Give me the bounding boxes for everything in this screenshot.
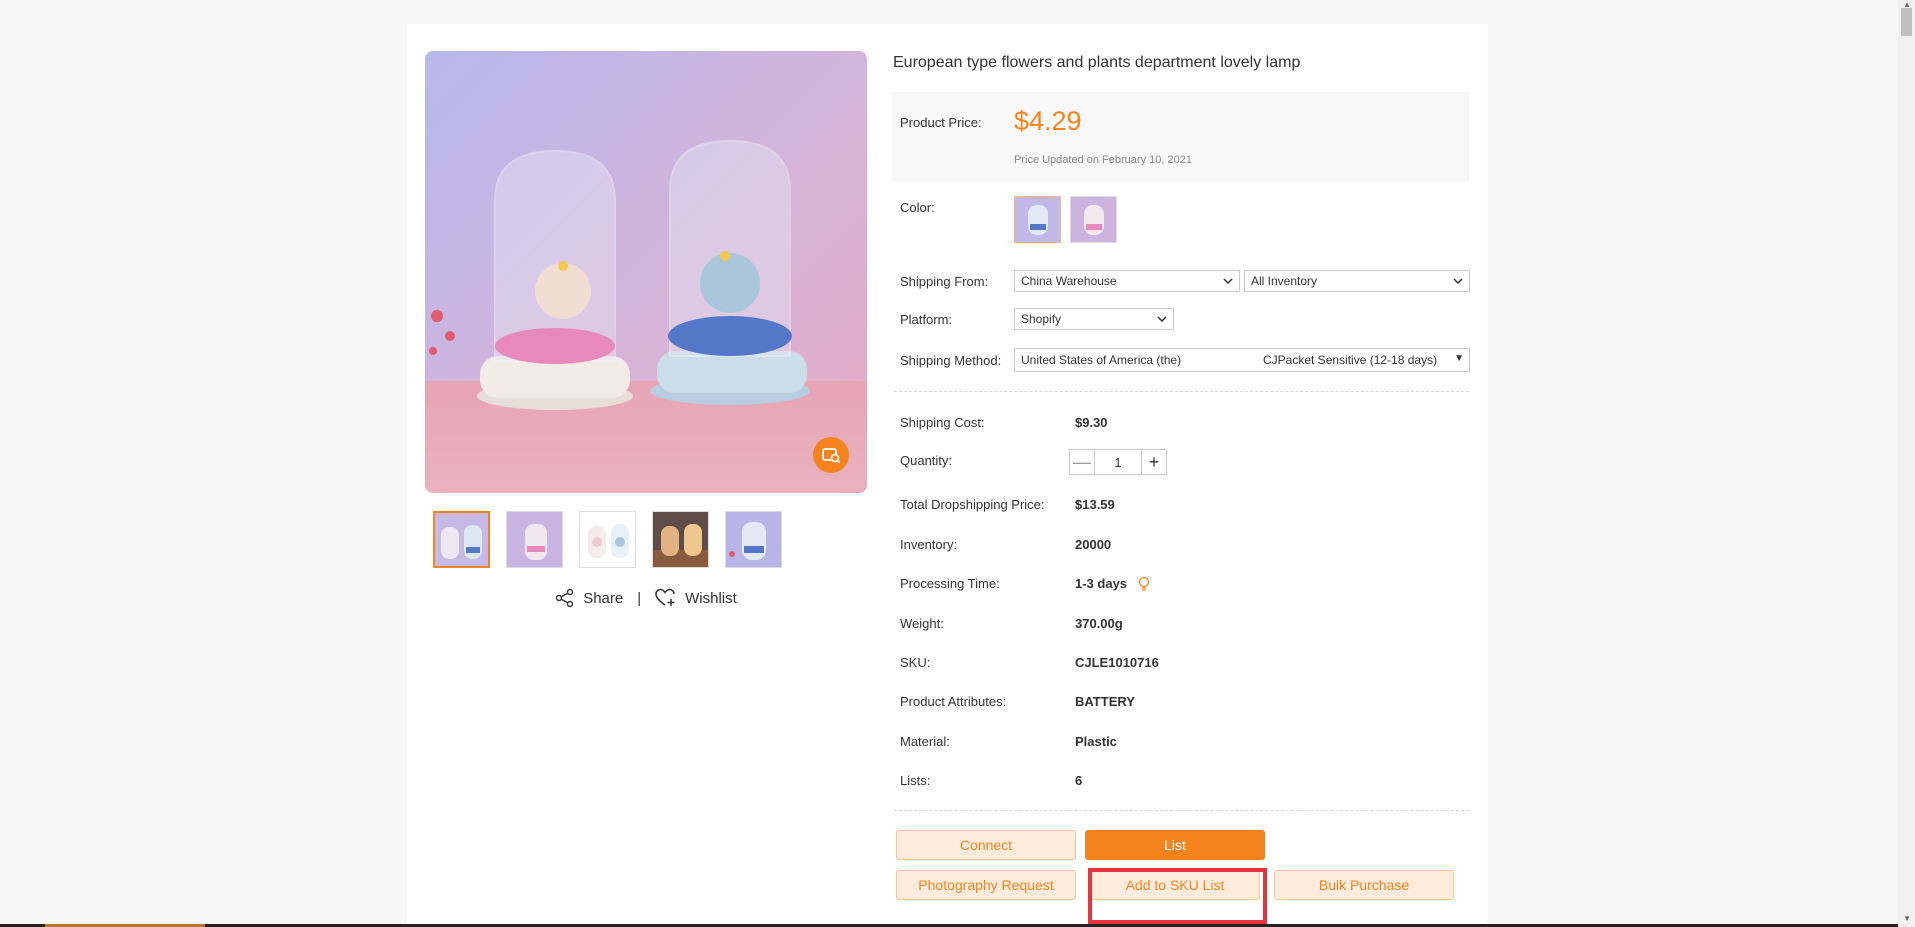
- material-value: Plastic: [1075, 734, 1117, 749]
- inventory-select[interactable]: All Inventory: [1244, 270, 1470, 292]
- shipping-cost-value: $9.30: [1075, 415, 1108, 430]
- main-product-image[interactable]: [425, 51, 867, 493]
- product-price: $4.29: [1014, 106, 1082, 136]
- shipping-cost-label: Shipping Cost:: [900, 415, 985, 430]
- product-card: Share | Wishlist European type flowers a…: [407, 24, 1487, 927]
- price-box: Product Price: $4.29 Price Updated on Fe…: [892, 92, 1469, 182]
- method-value: CJPacket Sensitive (12-18 days): [1263, 353, 1438, 367]
- thumbnail-3[interactable]: [579, 511, 636, 568]
- total-price-value: $13.59: [1075, 497, 1115, 512]
- platform-select[interactable]: Shopify: [1014, 308, 1174, 330]
- thumbnail-2[interactable]: [506, 511, 563, 568]
- wishlist-link[interactable]: Wishlist: [655, 588, 737, 608]
- thumbnail-4[interactable]: [652, 511, 709, 568]
- weight-value: 370.00g: [1075, 616, 1123, 631]
- platform-label: Platform:: [900, 312, 953, 327]
- lightbulb-icon[interactable]: [1137, 576, 1151, 592]
- quantity-input[interactable]: 1: [1095, 449, 1141, 475]
- lists-value: 6: [1075, 773, 1083, 788]
- scroll-down-icon[interactable]: ▼: [1903, 914, 1911, 923]
- price-updated-note: Price Updated on February 10, 2021: [1014, 154, 1192, 166]
- lists-label: Lists:: [900, 773, 931, 788]
- share-icon: [555, 588, 574, 608]
- photography-request-button[interactable]: Photography Request: [896, 870, 1076, 900]
- sku-label: SKU:: [900, 655, 931, 670]
- quantity-label: Quantity:: [900, 453, 953, 468]
- destination-value: United States of America (the): [1021, 353, 1182, 367]
- sku-value: CJLE1010716: [1075, 655, 1159, 670]
- bulk-purchase-button[interactable]: Bulk Purchase: [1274, 870, 1454, 900]
- share-label: Share: [583, 589, 624, 607]
- shipping-from-label: Shipping From:: [900, 274, 989, 289]
- platform-value: Shopify: [1021, 312, 1062, 326]
- caret-down-icon: ▼: [1454, 353, 1464, 364]
- color-swatch-blue[interactable]: [1014, 196, 1061, 243]
- quantity-increase-button[interactable]: +: [1141, 449, 1167, 475]
- inventory-label: Inventory:: [900, 537, 958, 552]
- image-search-icon: [822, 448, 841, 464]
- chevron-down-icon: [1157, 316, 1167, 323]
- heart-plus-icon: [655, 588, 675, 606]
- share-link[interactable]: Share: [555, 588, 623, 608]
- total-price-label: Total Dropshipping Price:: [900, 497, 1045, 512]
- vertical-scrollbar[interactable]: ▲ ▼: [1898, 0, 1915, 927]
- processing-time-value: 1-3 days: [1075, 576, 1128, 591]
- product-title: European type flowers and plants departm…: [893, 54, 1301, 71]
- chevron-down-icon: [1223, 278, 1233, 285]
- divider: [894, 810, 1469, 811]
- add-to-sku-list-button[interactable]: Add to SKU List: [1090, 870, 1260, 900]
- image-search-button[interactable]: [813, 437, 849, 473]
- color-swatch-pink[interactable]: [1070, 196, 1117, 243]
- chevron-down-icon: [1453, 278, 1463, 285]
- share-wishlist-row: Share | Wishlist: [407, 588, 885, 608]
- shipping-method-label: Shipping Method:: [900, 353, 1002, 368]
- quantity-stepper: — 1 +: [1069, 449, 1167, 475]
- warehouse-value: China Warehouse: [1021, 274, 1117, 288]
- price-label: Product Price:: [900, 115, 982, 130]
- divider: [894, 391, 1469, 392]
- product-attributes-label: Product Attributes:: [900, 694, 1007, 709]
- color-label: Color:: [900, 200, 935, 215]
- inventory-filter-value: All Inventory: [1251, 274, 1318, 288]
- scrollbar-thumb[interactable]: [1901, 8, 1912, 36]
- quantity-decrease-button[interactable]: —: [1069, 449, 1095, 475]
- separator: |: [637, 589, 642, 607]
- material-label: Material:: [900, 734, 950, 749]
- weight-label: Weight:: [900, 616, 944, 631]
- thumbnail-5[interactable]: [725, 511, 782, 568]
- page: Share | Wishlist European type flowers a…: [0, 0, 1915, 927]
- wishlist-label: Wishlist: [685, 589, 737, 607]
- list-button[interactable]: List: [1085, 830, 1265, 860]
- connect-button[interactable]: Connect: [896, 830, 1076, 860]
- thumbnail-strip: [433, 511, 782, 568]
- thumbnail-1[interactable]: [433, 511, 490, 568]
- inventory-value: 20000: [1075, 537, 1112, 552]
- warehouse-select[interactable]: China Warehouse: [1014, 270, 1240, 292]
- processing-time-label: Processing Time:: [900, 576, 1000, 591]
- product-attributes-value: BATTERY: [1075, 694, 1135, 709]
- shipping-method-select[interactable]: United States of America (the) CJPacket …: [1014, 348, 1470, 372]
- product-photo: [425, 51, 867, 493]
